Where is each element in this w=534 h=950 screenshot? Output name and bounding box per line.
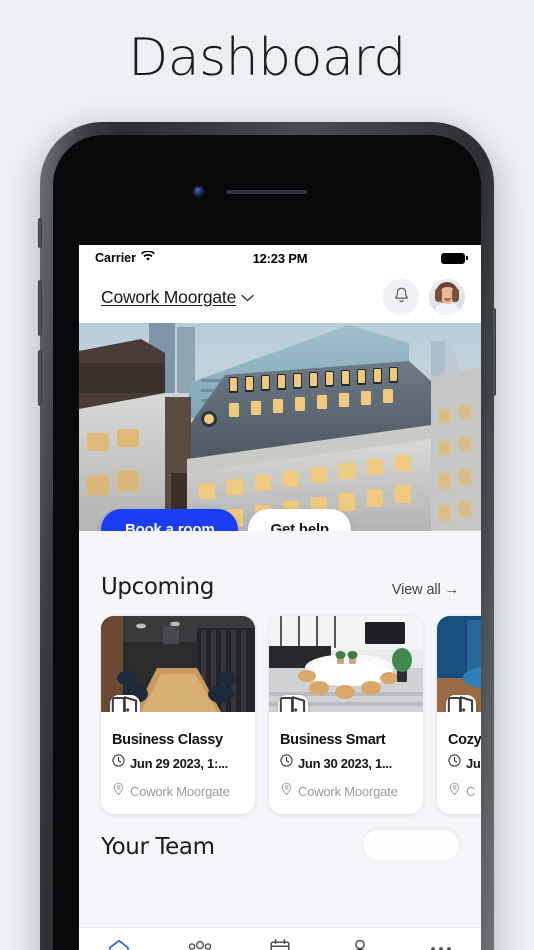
- phone-frame: Carrier 12:23 PM Cowork Moorgate Book a …: [38, 122, 496, 950]
- view-all-link[interactable]: View all →: [392, 582, 459, 598]
- upcoming-title: Upcoming: [101, 574, 214, 600]
- door-icon: [110, 695, 140, 712]
- book-a-room-button[interactable]: Book a room: [101, 509, 239, 531]
- header-actions: [383, 279, 465, 315]
- door-icon: [278, 695, 308, 712]
- room-location-label: C: [466, 784, 476, 799]
- room-time-label: Jun 29 2023, 1:...: [130, 755, 228, 771]
- front-camera-icon: [194, 187, 203, 196]
- page-title: Dashboard: [128, 28, 406, 88]
- room-location-label: Cowork Moorgate: [130, 784, 230, 799]
- clock-icon: [112, 754, 125, 772]
- clock-icon: [280, 754, 293, 772]
- ellipsis-icon: [429, 937, 453, 950]
- wifi-icon: [141, 250, 155, 265]
- room-name: Business Smart: [280, 732, 386, 748]
- venue-selector[interactable]: Cowork Moorgate: [101, 287, 254, 308]
- status-bar: Carrier 12:23 PM: [79, 245, 481, 271]
- upcoming-card-rail[interactable]: Business Classy Jun 29 2023, 1:... Cowor…: [79, 600, 481, 830]
- bell-icon: [393, 286, 410, 309]
- card-body: Business Classy Jun 29 2023, 1:... Cowor…: [101, 712, 255, 814]
- volume-up-button[interactable]: [38, 280, 42, 336]
- avatar[interactable]: [429, 279, 465, 315]
- tab-account[interactable]: Account: [320, 937, 400, 950]
- pin-icon: [448, 782, 461, 801]
- app-content: Upcoming View all → Business Classy Jun …: [79, 531, 481, 950]
- phone-screen-bezel: Carrier 12:23 PM Cowork Moorgate Book a …: [53, 135, 481, 950]
- room-time-label: Jun 30 2023, 1...: [298, 755, 392, 771]
- person-icon: [349, 937, 371, 950]
- hero-image: Book a room Get help: [79, 323, 481, 531]
- next-section-header: Your Team: [79, 830, 481, 860]
- room-location: C: [448, 782, 481, 801]
- card-image: [437, 616, 481, 712]
- tab-community[interactable]: Community: [159, 937, 239, 950]
- list-item[interactable]: Business Smart Jun 30 2023, 1... Cowork …: [269, 616, 423, 814]
- card-body: Business Smart Jun 30 2023, 1... Cowork …: [269, 712, 423, 814]
- chevron-down-icon: [241, 290, 254, 305]
- list-item[interactable]: Cozy Ju C: [437, 616, 481, 814]
- room-time-label: Ju: [466, 755, 481, 771]
- home-icon: [107, 937, 131, 950]
- card-image: [269, 616, 423, 712]
- city-office-buildings-photo: [79, 323, 481, 531]
- hero-action-buttons: Book a room Get help: [101, 509, 351, 531]
- avatar-hair-right: [452, 288, 459, 302]
- room-name: Cozy: [448, 732, 481, 748]
- people-group-icon: [187, 937, 213, 950]
- get-help-button[interactable]: Get help: [248, 509, 351, 531]
- app-header: Cowork Moorgate: [79, 271, 481, 323]
- mute-switch[interactable]: [38, 218, 42, 248]
- pin-icon: [112, 782, 125, 801]
- battery-full-icon: [441, 252, 468, 264]
- bottom-tab-bar: Dashboard Community: [79, 927, 481, 950]
- tab-dashboard[interactable]: Dashboard: [79, 937, 159, 950]
- carrier-label: Carrier: [95, 251, 136, 265]
- upcoming-section-header: Upcoming View all →: [79, 561, 481, 600]
- card-body: Cozy Ju C: [437, 712, 481, 814]
- next-section-chip[interactable]: [363, 830, 459, 860]
- room-location: Cowork Moorgate: [112, 782, 244, 801]
- venue-name-label: Cowork Moorgate: [101, 286, 237, 307]
- calendar-icon: [269, 937, 291, 950]
- door-icon: [446, 695, 476, 712]
- room-name: Business Classy: [112, 732, 223, 748]
- tab-meeting-rooms[interactable]: Meeting Rooms: [240, 937, 320, 950]
- tab-show-all[interactable]: Show All: [401, 937, 481, 950]
- room-time: Jun 29 2023, 1:...: [112, 754, 244, 772]
- room-location-label: Cowork Moorgate: [298, 784, 398, 799]
- clock-icon: [448, 754, 461, 772]
- status-bar-right: [441, 252, 468, 264]
- room-time: Jun 30 2023, 1...: [280, 754, 412, 772]
- pin-icon: [280, 782, 293, 801]
- card-image: [101, 616, 255, 712]
- app-screen: Carrier 12:23 PM Cowork Moorgate Book a …: [79, 245, 481, 950]
- volume-down-button[interactable]: [38, 350, 42, 406]
- room-location: Cowork Moorgate: [280, 782, 412, 801]
- avatar-hair-left: [435, 288, 442, 302]
- power-button[interactable]: [492, 308, 496, 396]
- room-time: Ju: [448, 754, 481, 772]
- status-bar-left: Carrier: [95, 250, 155, 265]
- notifications-button[interactable]: [383, 279, 419, 315]
- list-item[interactable]: Business Classy Jun 29 2023, 1:... Cowor…: [101, 616, 255, 814]
- sensor-row: [53, 185, 481, 199]
- earpiece-speaker-icon: [227, 190, 307, 194]
